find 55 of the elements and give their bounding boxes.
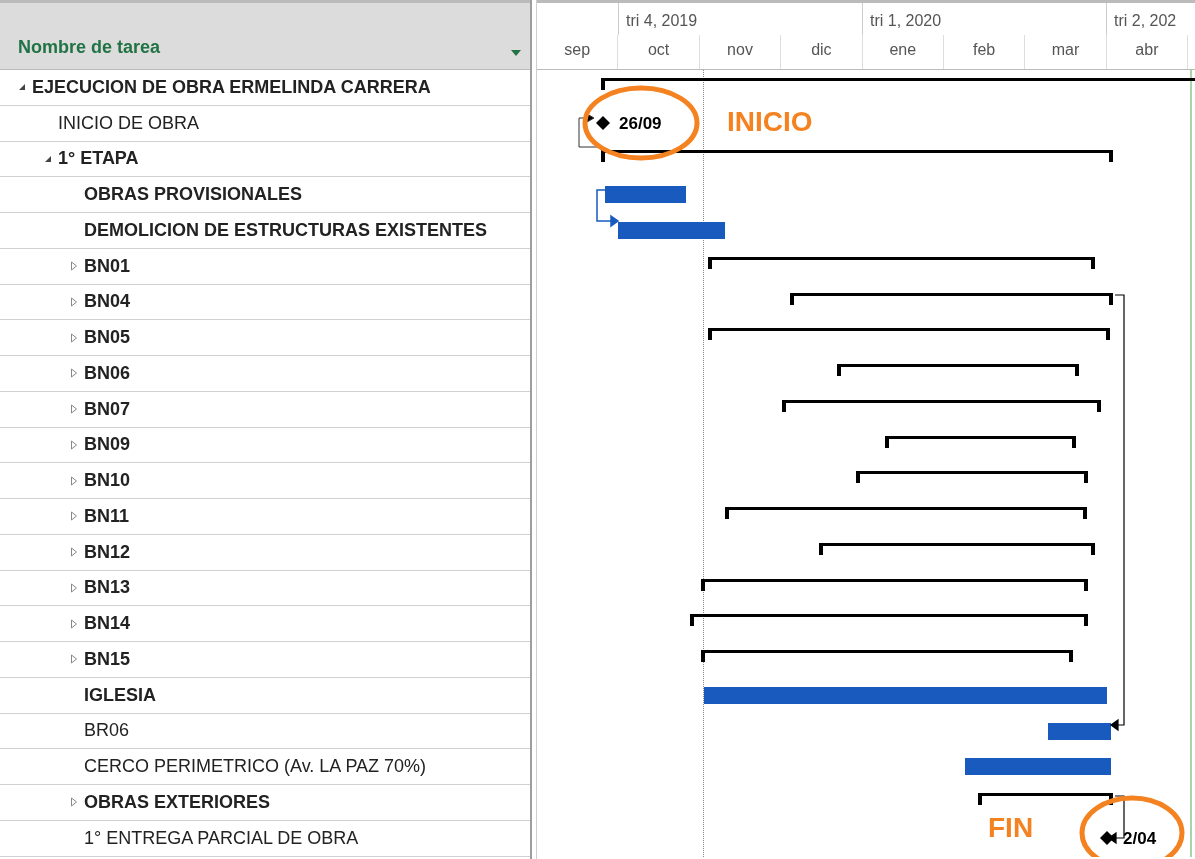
milestone-date: 26/09	[619, 114, 662, 132]
task-name[interactable]: BN09	[84, 431, 131, 459]
month-label: oct	[647, 40, 670, 60]
annotation-label: FIN	[988, 814, 1034, 842]
expand-icon[interactable]	[69, 439, 79, 450]
task-name[interactable]: BN10	[84, 467, 131, 495]
task-name[interactable]: INICIO DE OBRA	[58, 109, 200, 137]
month-label: sep	[564, 40, 591, 60]
task-name[interactable]: BN13	[84, 574, 131, 602]
expand-icon[interactable]	[69, 475, 79, 486]
quarter-label: tri 2, 202	[1114, 12, 1177, 29]
expand-icon[interactable]	[69, 261, 79, 272]
expand-icon[interactable]	[69, 404, 79, 415]
task-name[interactable]: OBRAS PROVISIONALES	[84, 181, 303, 209]
month-label: ene	[889, 40, 917, 60]
task-name[interactable]: DEMOLICION DE ESTRUCTURAS EXISTENTES	[84, 216, 488, 244]
expand-icon[interactable]	[69, 296, 79, 307]
quarter-label: tri 4, 2019	[626, 12, 698, 29]
month-label: nov	[727, 40, 753, 60]
collapse-icon[interactable]	[17, 82, 27, 93]
expand-icon[interactable]	[69, 582, 79, 593]
milestone-date: 2/04	[1123, 829, 1157, 847]
task-name[interactable]: BR06	[84, 717, 130, 745]
task-name[interactable]: BN15	[84, 645, 131, 673]
expand-icon[interactable]	[69, 654, 79, 665]
month-label: abr	[1135, 40, 1159, 60]
task-name[interactable]: EJECUCION DE OBRA ERMELINDA CARRERA	[32, 73, 431, 101]
expand-icon[interactable]	[69, 332, 79, 343]
quarter-label: tri 1, 2020	[870, 12, 942, 29]
task-name[interactable]: BN12	[84, 538, 131, 566]
task-name[interactable]: IGLESIA	[84, 681, 156, 709]
annotation-label: INICIO	[727, 108, 813, 136]
expand-icon[interactable]	[69, 618, 79, 629]
dropdown-icon[interactable]	[510, 49, 522, 57]
task-name[interactable]: BN07	[84, 395, 131, 423]
task-name[interactable]: 1° ENTREGA PARCIAL DE OBRA	[84, 824, 359, 852]
month-label: feb	[973, 40, 996, 60]
task-name[interactable]: BN05	[84, 324, 131, 352]
task-bar	[1048, 722, 1111, 740]
link-arrow	[578, 113, 598, 148]
expand-icon[interactable]	[69, 547, 79, 558]
expand-icon[interactable]	[69, 368, 79, 379]
task-name[interactable]: BN11	[84, 502, 130, 530]
task-name[interactable]: BN06	[84, 359, 131, 387]
expand-icon[interactable]	[69, 511, 79, 522]
task-name[interactable]: CERCO PERIMETRICO (Av. LA PAZ 70%)	[84, 753, 427, 781]
month-label: dic	[811, 40, 832, 60]
task-name[interactable]: BN04	[84, 288, 131, 316]
task-name[interactable]: OBRAS EXTERIORES	[84, 788, 271, 816]
task-name[interactable]: 1° ETAPA	[58, 145, 139, 173]
expand-icon[interactable]	[69, 797, 79, 808]
task-name[interactable]: BN01	[84, 252, 131, 280]
month-label: mar	[1051, 40, 1080, 60]
link-arrow	[596, 189, 620, 228]
task-name[interactable]: BN14	[84, 610, 131, 638]
